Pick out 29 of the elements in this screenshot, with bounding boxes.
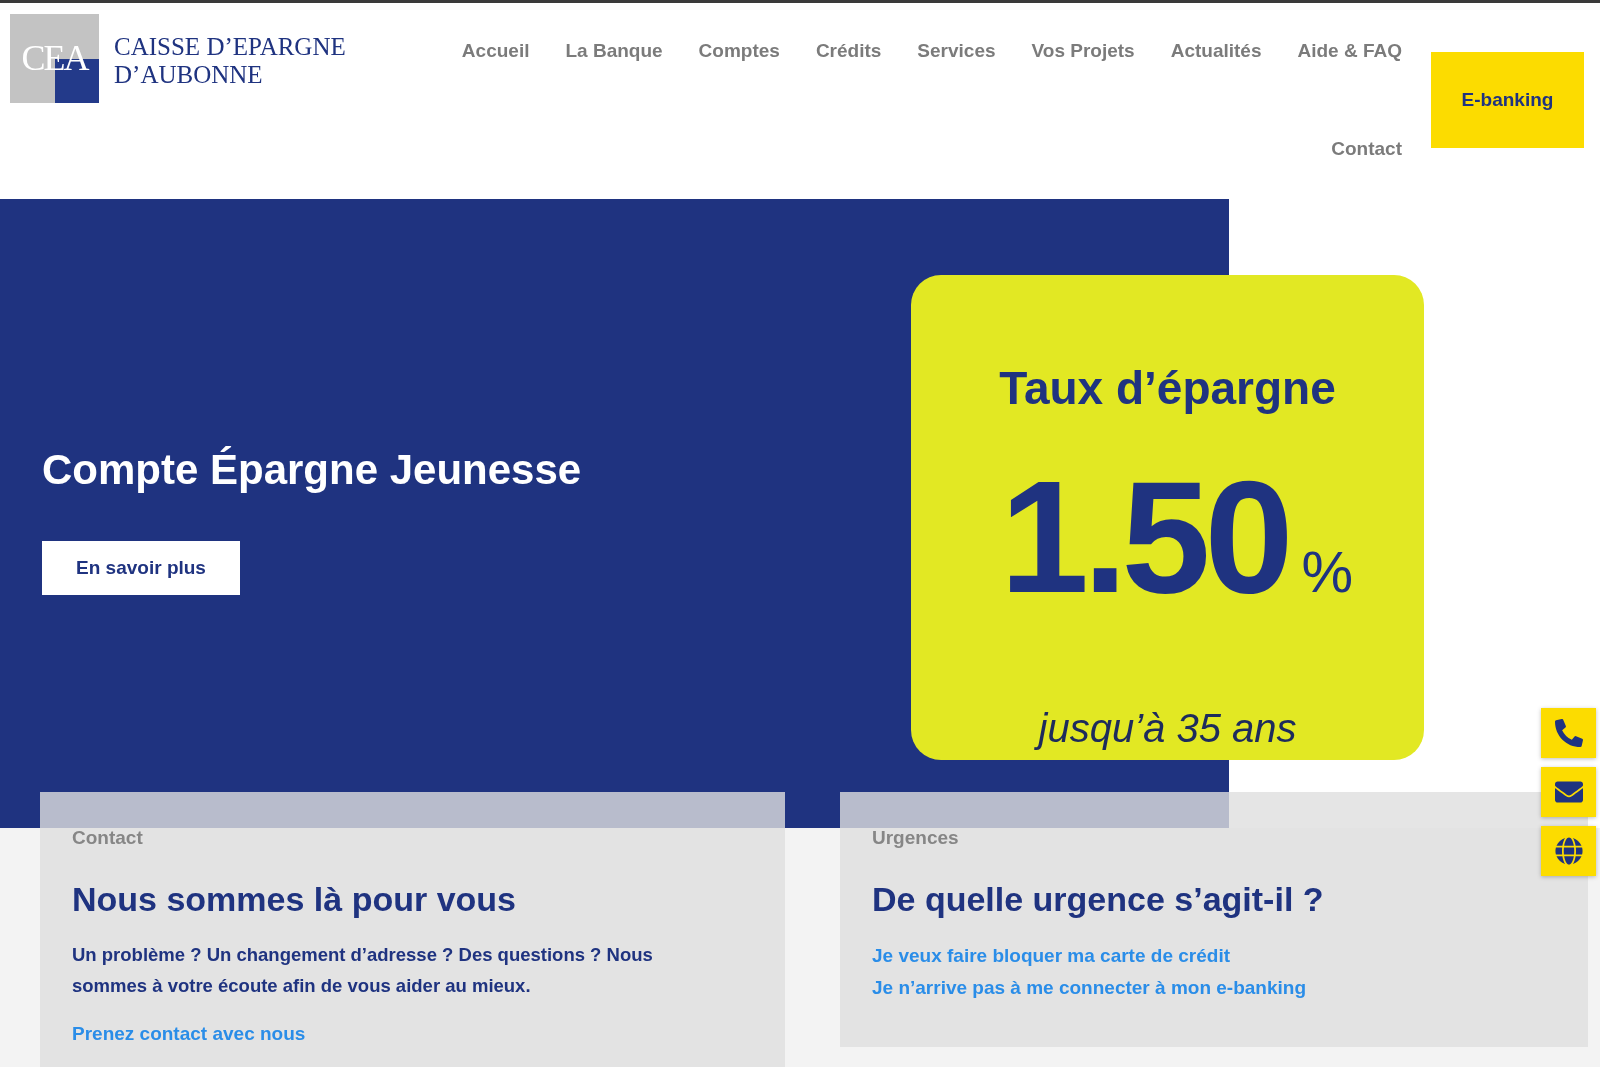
card-text: Un problème ? Un changement d’adresse ? Des questions ? Nous sommes à votre écoute afin de vous aider au mieux. bbox=[72, 943, 654, 998]
learn-more-button[interactable]: En savoir plus bbox=[42, 541, 240, 595]
phone-icon bbox=[1554, 719, 1583, 747]
card-title: De quelle urgence s’agit-il ? bbox=[872, 879, 1324, 919]
nav-link[interactable]: Actualités bbox=[1170, 39, 1262, 63]
card-link[interactable]: Je veux faire bloquer ma carte de crédit bbox=[872, 945, 1230, 966]
email-button[interactable] bbox=[1541, 767, 1596, 817]
logo-mark: CEA bbox=[10, 14, 99, 103]
logo-wordmark: CAISSE D’EPARGNE D’AUBONNE bbox=[114, 33, 346, 89]
card-label: Contact bbox=[72, 826, 143, 850]
card-link[interactable]: Je n’arrive pas à me connecter à mon e-banking bbox=[872, 977, 1306, 998]
rate-value: 1.50% bbox=[999, 457, 1353, 628]
nav-link[interactable]: Services bbox=[917, 39, 996, 63]
language-button[interactable] bbox=[1541, 826, 1596, 876]
card-label: Urgences bbox=[872, 826, 959, 850]
nav-link[interactable]: Vos Projets bbox=[1031, 39, 1135, 63]
nav-link[interactable]: Crédits bbox=[815, 39, 882, 63]
card-link[interactable]: Prenez contact avec nous bbox=[72, 1023, 306, 1044]
e-banking-button[interactable]: E-banking bbox=[1431, 52, 1584, 148]
promo-title: Taux d’épargne bbox=[999, 361, 1336, 415]
nav-link[interactable]: La Banque bbox=[565, 39, 663, 63]
nav-link[interactable]: Comptes bbox=[698, 39, 780, 63]
phone-button[interactable] bbox=[1541, 708, 1596, 758]
nav-link[interactable]: Accueil bbox=[461, 39, 530, 63]
hero-title: Compte Épargne Jeunesse bbox=[42, 445, 582, 495]
card-title: Nous sommes là pour vous bbox=[72, 879, 516, 919]
nav-link[interactable]: Aide & FAQ bbox=[1297, 39, 1402, 63]
globe-icon bbox=[1554, 837, 1583, 865]
nav-link[interactable]: Contact bbox=[1331, 137, 1402, 161]
